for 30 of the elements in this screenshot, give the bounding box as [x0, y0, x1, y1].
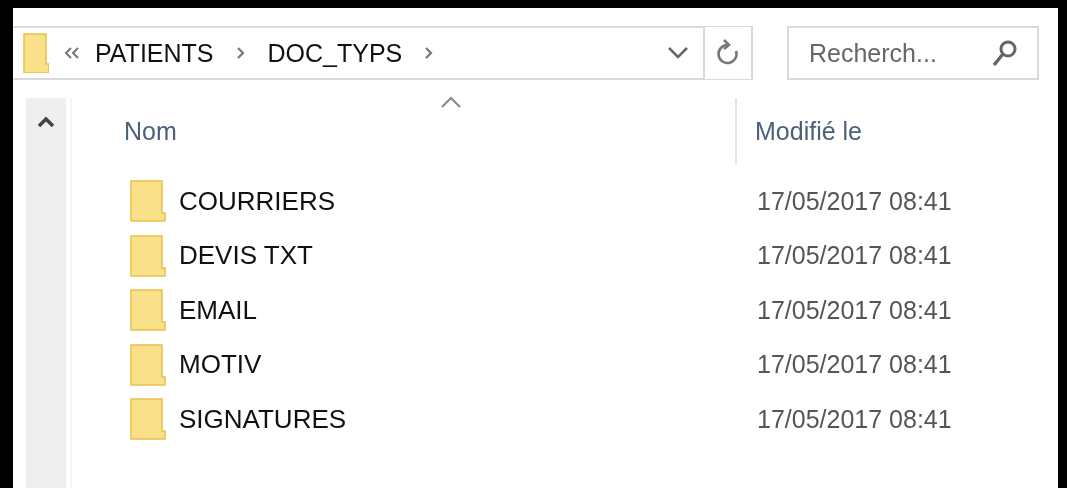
folder-icon — [130, 398, 166, 441]
modified-date: 17/05/2017 08:41 — [756, 241, 952, 271]
breadcrumb[interactable]: DOC_TYPS — [267, 38, 403, 68]
breadcrumb[interactable]: PATIENTS — [95, 38, 214, 68]
dropdown-icon[interactable] — [667, 46, 689, 60]
search-icon[interactable] — [991, 38, 1019, 68]
column-header[interactable]: Nom — [124, 116, 177, 146]
modified-date: 17/05/2017 08:41 — [756, 350, 952, 380]
double-chevron-icon[interactable] — [63, 46, 81, 60]
chevron-icon[interactable] — [424, 45, 435, 61]
folder-name[interactable]: MOTIV — [179, 349, 262, 381]
folder-icon — [130, 289, 166, 332]
address-bar[interactable]: PATIENTS DOC_TYPS — [13, 26, 753, 80]
modified-date: 17/05/2017 08:41 — [756, 404, 952, 434]
modified-date: 17/05/2017 08:41 — [756, 295, 952, 325]
folder-icon — [130, 180, 166, 223]
folder-name[interactable]: DEVIS TXT — [179, 240, 313, 272]
folder-name[interactable]: SIGNATURES — [179, 403, 347, 435]
search-field[interactable]: Recherch... — [787, 26, 1039, 80]
chevron-icon[interactable] — [235, 45, 246, 61]
scroll-up-icon[interactable] — [37, 116, 55, 128]
modified-date: 17/05/2017 08:41 — [756, 186, 952, 216]
refresh-button[interactable] — [703, 27, 751, 79]
folder-icon — [130, 234, 166, 277]
scrollbar[interactable] — [26, 98, 66, 488]
folder-name[interactable]: EMAIL — [179, 294, 258, 326]
folder-name[interactable]: COURRIERS — [179, 185, 335, 217]
folder-icon — [23, 33, 49, 73]
column-header[interactable]: Modifié le — [755, 116, 862, 146]
folder-icon — [130, 343, 166, 386]
